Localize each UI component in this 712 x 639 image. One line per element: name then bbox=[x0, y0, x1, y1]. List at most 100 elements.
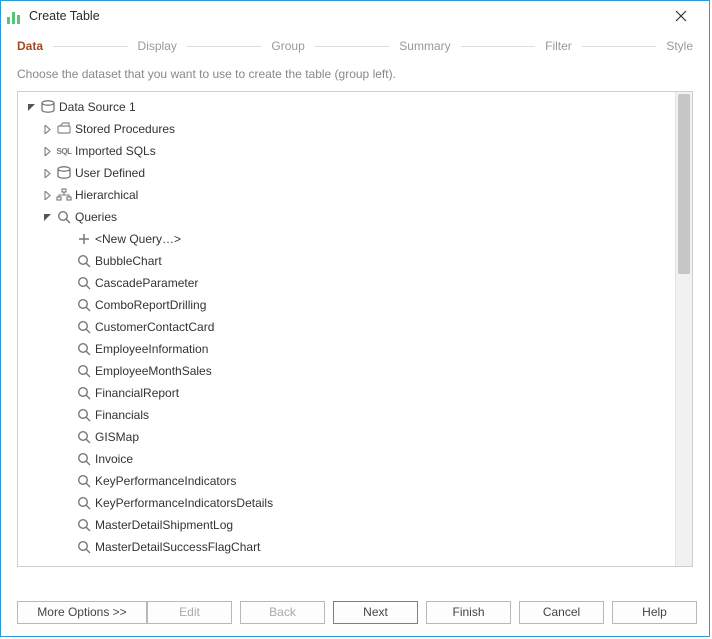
scrollbar-thumb[interactable] bbox=[678, 94, 690, 274]
tree-root-label: Data Source 1 bbox=[59, 100, 136, 114]
query-icon bbox=[76, 495, 92, 511]
tree-query-label: Invoice bbox=[95, 452, 133, 466]
tree-query-label: MasterDetailSuccessFlagChart bbox=[95, 540, 260, 554]
back-button[interactable]: Back bbox=[240, 601, 325, 624]
tree-query-item[interactable]: CascadeParameter bbox=[20, 272, 690, 294]
dataset-tree[interactable]: Data Source 1 Stored Procedures bbox=[18, 92, 692, 562]
tree-query-label: BubbleChart bbox=[95, 254, 162, 268]
wizard-steps: Data Display Group Summary Filter Style bbox=[1, 31, 709, 61]
tree-query-item[interactable]: EmployeeInformation bbox=[20, 338, 690, 360]
tree-category-label: Stored Procedures bbox=[75, 122, 175, 136]
next-button[interactable]: Next bbox=[333, 601, 418, 624]
step-group[interactable]: Group bbox=[271, 39, 304, 53]
tree-query-item[interactable]: CustomerContactCard bbox=[20, 316, 690, 338]
query-icon bbox=[76, 275, 92, 291]
expand-icon[interactable] bbox=[40, 122, 54, 136]
query-icon bbox=[76, 253, 92, 269]
hierarchy-icon bbox=[56, 187, 72, 203]
tree-query-item[interactable]: GISMap bbox=[20, 426, 690, 448]
step-separator bbox=[461, 46, 536, 47]
dataset-tree-container: Data Source 1 Stored Procedures bbox=[17, 91, 693, 567]
cancel-button[interactable]: Cancel bbox=[519, 601, 604, 624]
step-style[interactable]: Style bbox=[666, 39, 693, 53]
tree-query-label: MasterDetailShipmentLog bbox=[95, 518, 233, 532]
tree-category-imported-sqls[interactable]: SQL Imported SQLs bbox=[20, 140, 690, 162]
query-icon bbox=[76, 297, 92, 313]
expand-icon[interactable] bbox=[40, 188, 54, 202]
query-icon bbox=[76, 539, 92, 555]
tree-query-item[interactable]: KeyPerformanceIndicators bbox=[20, 470, 690, 492]
close-button[interactable] bbox=[661, 1, 701, 31]
tree-category-label: User Defined bbox=[75, 166, 145, 180]
tree-category-hierarchical[interactable]: Hierarchical bbox=[20, 184, 690, 206]
tree-query-item[interactable]: Invoice bbox=[20, 448, 690, 470]
tree-query-item[interactable]: EmployeeMonthSales bbox=[20, 360, 690, 382]
procedure-icon bbox=[56, 121, 72, 137]
help-button[interactable]: Help bbox=[612, 601, 697, 624]
query-icon bbox=[56, 209, 72, 225]
tree-category-label: Hierarchical bbox=[75, 188, 138, 202]
step-data[interactable]: Data bbox=[17, 39, 43, 53]
database-icon bbox=[56, 165, 72, 181]
query-icon bbox=[76, 517, 92, 533]
tree-query-label: KeyPerformanceIndicators bbox=[95, 474, 236, 488]
tree-query-label: Financials bbox=[95, 408, 149, 422]
tree-query-label: FinancialReport bbox=[95, 386, 179, 400]
tree-query-item[interactable]: FinancialReport bbox=[20, 382, 690, 404]
query-icon bbox=[76, 363, 92, 379]
tree-category-user-defined[interactable]: User Defined bbox=[20, 162, 690, 184]
tree-category-queries[interactable]: Queries bbox=[20, 206, 690, 228]
query-icon bbox=[76, 319, 92, 335]
tree-query-item[interactable]: KeyPerformanceIndicatorsDetails bbox=[20, 492, 690, 514]
wizard-subtitle: Choose the dataset that you want to use … bbox=[1, 61, 709, 91]
sql-icon: SQL bbox=[56, 143, 72, 159]
app-icon bbox=[7, 8, 23, 24]
tree-root[interactable]: Data Source 1 bbox=[20, 96, 690, 118]
step-summary[interactable]: Summary bbox=[399, 39, 450, 53]
tree-category-stored-procedures[interactable]: Stored Procedures bbox=[20, 118, 690, 140]
scrollbar[interactable] bbox=[675, 92, 692, 566]
step-separator bbox=[187, 46, 262, 47]
dialog-footer: More Options >> Edit Back Next Finish Ca… bbox=[1, 588, 709, 636]
tree-query-item[interactable]: BubbleChart bbox=[20, 250, 690, 272]
tree-query-label: ComboReportDrilling bbox=[95, 298, 206, 312]
expand-icon[interactable] bbox=[40, 166, 54, 180]
tree-query-label: KeyPerformanceIndicatorsDetails bbox=[95, 496, 273, 510]
tree-query-label: CustomerContactCard bbox=[95, 320, 214, 334]
close-icon bbox=[675, 10, 687, 22]
step-display[interactable]: Display bbox=[138, 39, 177, 53]
step-filter[interactable]: Filter bbox=[545, 39, 572, 53]
tree-query-label: EmployeeMonthSales bbox=[95, 364, 212, 378]
edit-button[interactable]: Edit bbox=[147, 601, 232, 624]
collapse-icon[interactable] bbox=[40, 210, 54, 224]
finish-button[interactable]: Finish bbox=[426, 601, 511, 624]
dialog-window: Create Table Data Display Group Summary … bbox=[0, 0, 710, 637]
more-options-button[interactable]: More Options >> bbox=[17, 601, 147, 624]
tree-query-item[interactable]: MasterDetailSuccessFlagChart bbox=[20, 536, 690, 558]
step-separator bbox=[315, 46, 390, 47]
tree-category-label: Imported SQLs bbox=[75, 144, 156, 158]
step-separator bbox=[53, 46, 128, 47]
step-separator bbox=[582, 46, 657, 47]
query-icon bbox=[76, 473, 92, 489]
query-icon bbox=[76, 341, 92, 357]
query-icon bbox=[76, 385, 92, 401]
tree-query-label: <New Query…> bbox=[95, 232, 181, 246]
query-icon bbox=[76, 407, 92, 423]
tree-query-label: GISMap bbox=[95, 430, 139, 444]
plus-icon bbox=[76, 231, 92, 247]
tree-query-item[interactable]: Financials bbox=[20, 404, 690, 426]
tree-category-label: Queries bbox=[75, 210, 117, 224]
collapse-icon[interactable] bbox=[24, 100, 38, 114]
database-icon bbox=[40, 99, 56, 115]
tree-query-item[interactable]: <New Query…> bbox=[20, 228, 690, 250]
query-icon bbox=[76, 451, 92, 467]
tree-query-label: CascadeParameter bbox=[95, 276, 198, 290]
query-icon bbox=[76, 429, 92, 445]
title-bar: Create Table bbox=[1, 1, 709, 31]
tree-query-item[interactable]: MasterDetailShipmentLog bbox=[20, 514, 690, 536]
expand-icon[interactable] bbox=[40, 144, 54, 158]
window-title: Create Table bbox=[29, 9, 661, 23]
tree-query-label: EmployeeInformation bbox=[95, 342, 208, 356]
tree-query-item[interactable]: ComboReportDrilling bbox=[20, 294, 690, 316]
